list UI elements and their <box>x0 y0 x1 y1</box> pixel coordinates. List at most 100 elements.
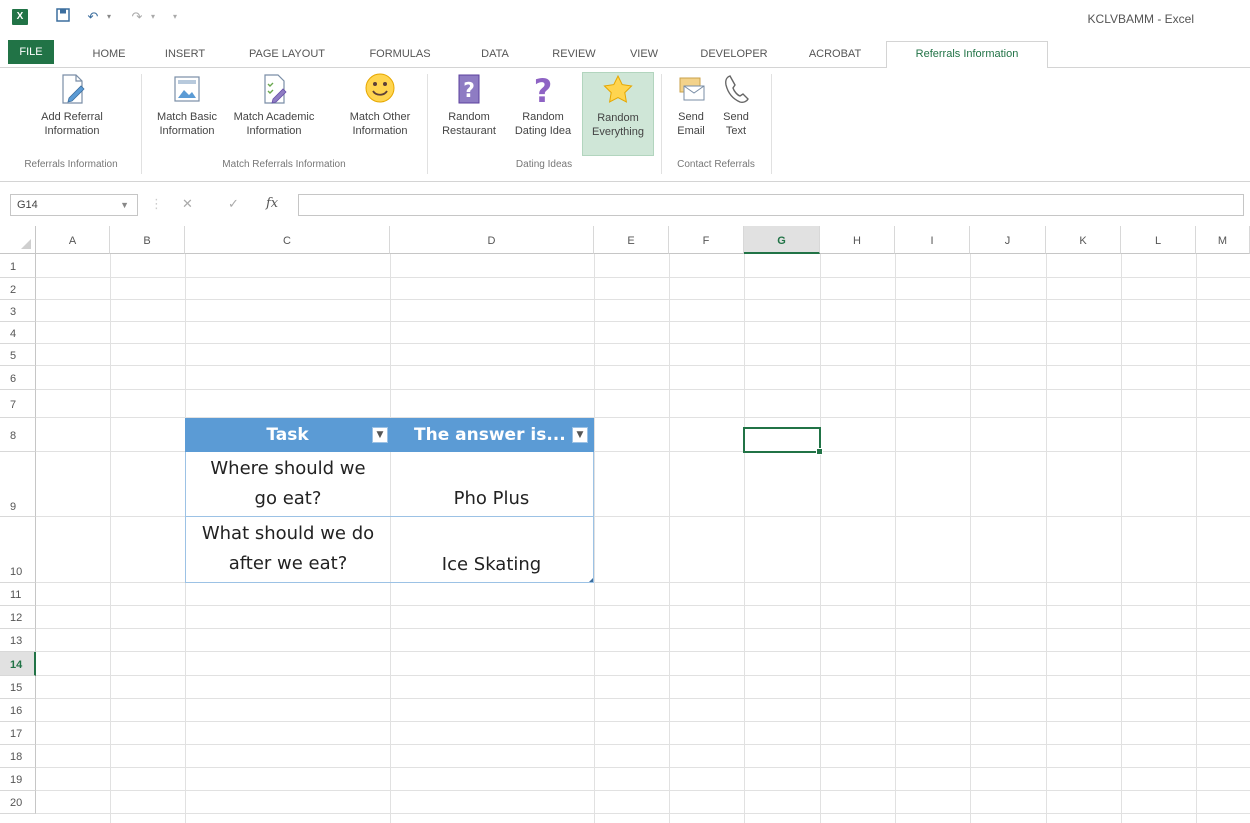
match-other-information-button[interactable]: Match Other Information <box>340 72 420 156</box>
table-cell-task[interactable]: Where should we go eat? <box>186 454 390 514</box>
tab-review[interactable]: REVIEW <box>546 42 602 68</box>
row-header-19[interactable]: 19 <box>0 768 36 791</box>
group-label-contact-referrals: Contact Referrals <box>677 159 755 170</box>
insert-function-icon[interactable]: fx <box>266 196 278 211</box>
filter-dropdown-icon[interactable]: ▼ <box>372 427 388 443</box>
random-restaurant-button[interactable]: ? Random Restaurant <box>434 72 504 156</box>
row-header-8[interactable]: 8 <box>0 418 36 452</box>
button-label-line1: Match Basic <box>157 111 217 123</box>
row-header-13[interactable]: 13 <box>0 629 36 652</box>
gridline <box>36 675 1250 676</box>
tab-referrals-information[interactable]: Referrals Information <box>886 41 1048 69</box>
row-header-2[interactable]: 2 <box>0 278 36 300</box>
column-header-m[interactable]: M <box>1196 226 1250 254</box>
random-everything-button[interactable]: Random Everything <box>582 72 654 156</box>
row-header-20[interactable]: 20 <box>0 791 36 814</box>
column-header-a[interactable]: A <box>36 226 110 254</box>
column-header-b[interactable]: B <box>110 226 185 254</box>
gridline <box>36 744 1250 745</box>
table-header-task[interactable]: Task ▼ <box>185 418 390 452</box>
customize-icon[interactable]: ▾ <box>166 8 184 26</box>
table-header-label: The answer is... <box>414 425 566 445</box>
chevron-down-icon[interactable]: ▼ <box>120 195 129 215</box>
table-border <box>593 452 594 583</box>
tab-file[interactable]: FILE <box>8 40 54 64</box>
table-cell-answer[interactable]: Pho Plus <box>390 484 593 514</box>
row-header-1[interactable]: 1 <box>0 254 36 278</box>
cancel-icon[interactable]: ✕ <box>182 196 193 212</box>
formula-input[interactable] <box>298 194 1244 216</box>
select-all-button[interactable] <box>0 226 36 254</box>
row-header-15[interactable]: 15 <box>0 676 36 699</box>
column-header-i[interactable]: I <box>895 226 970 254</box>
row-header-9[interactable]: 9 <box>0 452 36 517</box>
tab-developer[interactable]: DEVELOPER <box>694 42 774 68</box>
tab-data[interactable]: DATA <box>472 42 518 68</box>
row-header-14[interactable]: 14 <box>0 652 36 676</box>
ribbon-tabs: FILE HOME INSERT PAGE LAYOUT FORMULAS DA… <box>0 36 1250 69</box>
save-icon[interactable] <box>54 8 72 26</box>
name-box[interactable]: G14 ▼ <box>10 194 138 216</box>
column-header-g[interactable]: G <box>744 226 820 254</box>
row-header-12[interactable]: 12 <box>0 606 36 629</box>
group-label-dating-ideas: Dating Ideas <box>515 159 573 170</box>
enter-check-icon[interactable]: ✓ <box>228 196 239 212</box>
gridline <box>36 299 1250 300</box>
row-header-3[interactable]: 3 <box>0 300 36 322</box>
active-cell-selection[interactable] <box>743 427 823 455</box>
column-header-e[interactable]: E <box>594 226 669 254</box>
row-header-7[interactable]: 7 <box>0 390 36 418</box>
column-header-l[interactable]: L <box>1121 226 1196 254</box>
gridline <box>970 254 971 823</box>
match-basic-information-button[interactable]: Match Basic Information <box>146 72 228 156</box>
column-header-f[interactable]: F <box>669 226 744 254</box>
column-header-d[interactable]: D <box>390 226 594 254</box>
filter-dropdown-icon[interactable]: ▼ <box>572 427 588 443</box>
gridline <box>1196 254 1197 823</box>
row-header-5[interactable]: 5 <box>0 344 36 366</box>
drag-handle-icon[interactable]: ⋮ <box>150 196 163 212</box>
match-academic-information-button[interactable]: Match Academic Information <box>230 72 318 156</box>
cell-text-line: go eat? <box>254 488 322 509</box>
question-box-icon: ? <box>458 74 480 104</box>
table-cell-answer[interactable]: Ice Skating <box>390 550 593 580</box>
random-dating-idea-button[interactable]: ? Random Dating Idea <box>508 72 578 156</box>
table-cell-task[interactable]: What should we do after we eat? <box>186 519 390 579</box>
column-header-c[interactable]: C <box>185 226 390 254</box>
tab-view[interactable]: VIEW <box>624 42 664 68</box>
name-box-value: G14 <box>17 199 38 211</box>
tab-formulas[interactable]: FORMULAS <box>364 42 436 68</box>
tab-acrobat[interactable]: ACROBAT <box>800 42 870 68</box>
column-header-k[interactable]: K <box>1046 226 1121 254</box>
star-icon <box>603 74 633 103</box>
button-label-line1: Send <box>678 111 704 123</box>
worksheet-grid[interactable]: A B C D E F G H I J K L M 1 2 3 4 5 6 7 … <box>0 226 1250 823</box>
button-label-line1: Match Academic <box>233 111 315 123</box>
add-referral-information-button[interactable]: Add Referral Information <box>26 72 118 156</box>
cell-text-line: after we eat? <box>228 553 348 574</box>
tab-page-layout[interactable]: PAGE LAYOUT <box>240 42 334 68</box>
tab-home[interactable]: HOME <box>86 42 132 68</box>
undo-dropdown-icon[interactable]: ▾ <box>100 8 118 26</box>
gridline <box>110 254 111 823</box>
button-label-line1: Random <box>448 111 490 123</box>
tab-insert[interactable]: INSERT <box>160 42 210 68</box>
row-header-10[interactable]: 10 <box>0 517 36 583</box>
row-header-18[interactable]: 18 <box>0 745 36 768</box>
button-label-line2: Dating Idea <box>514 125 572 137</box>
checklist-pencil-icon <box>264 74 287 104</box>
button-label-line2: Information <box>246 125 302 137</box>
column-header-j[interactable]: J <box>970 226 1046 254</box>
row-header-11[interactable]: 11 <box>0 583 36 606</box>
row-header-16[interactable]: 16 <box>0 699 36 722</box>
row-header-17[interactable]: 17 <box>0 722 36 745</box>
column-header-h[interactable]: H <box>820 226 895 254</box>
send-text-button[interactable]: Send Text <box>716 72 756 156</box>
table-header-answer[interactable]: The answer is... ▼ <box>390 418 594 452</box>
cell-text-line: What should we do <box>201 523 375 544</box>
row-header-6[interactable]: 6 <box>0 366 36 390</box>
button-label-line1: Random <box>597 112 639 124</box>
send-email-button[interactable]: Send Email <box>666 72 716 156</box>
redo-dropdown-icon[interactable]: ▾ <box>144 8 162 26</box>
row-header-4[interactable]: 4 <box>0 322 36 344</box>
